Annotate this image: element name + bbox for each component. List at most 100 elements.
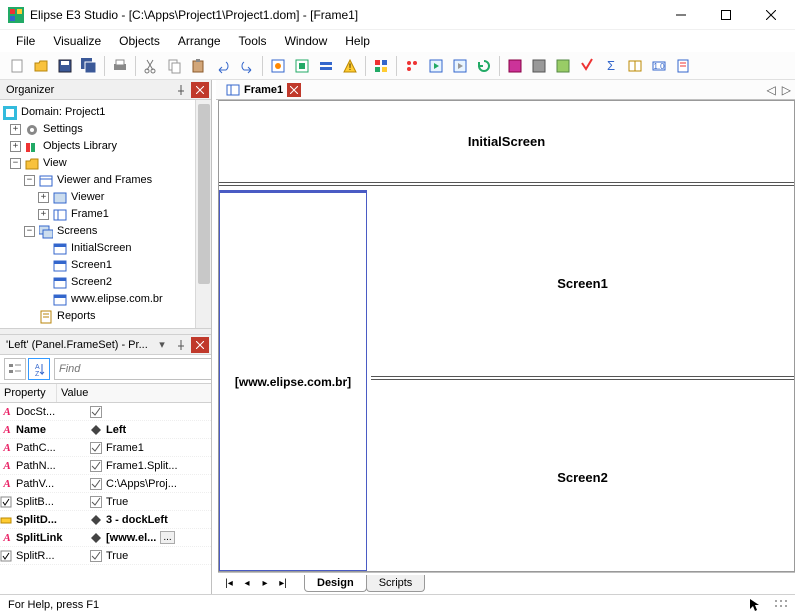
- minimize-button[interactable]: [658, 1, 703, 29]
- tree-settings[interactable]: +Settings: [2, 121, 211, 138]
- tb-warn-icon[interactable]: !: [339, 55, 361, 77]
- tree-screen1[interactable]: Screen1: [2, 257, 211, 274]
- prop-value[interactable]: True: [88, 496, 211, 508]
- prop-value[interactable]: [www.el......: [88, 531, 211, 544]
- organizer-tree[interactable]: Domain: Project1 +Settings +Objects Libr…: [0, 100, 211, 328]
- panel-close-icon[interactable]: [191, 337, 209, 353]
- tree-viewer-frames[interactable]: −Viewer and Frames: [2, 172, 211, 189]
- menu-objects[interactable]: Objects: [111, 32, 168, 50]
- close-button[interactable]: [748, 1, 793, 29]
- expand-icon[interactable]: +: [10, 141, 21, 152]
- tb-num-icon[interactable]: 1.0: [648, 55, 670, 77]
- tb-stop-icon[interactable]: [449, 55, 471, 77]
- sort-az-icon[interactable]: AZ: [28, 358, 50, 380]
- tab-design[interactable]: Design: [304, 575, 367, 592]
- tb-paste-icon[interactable]: [188, 55, 210, 77]
- tb-grid-icon[interactable]: [370, 55, 392, 77]
- tree-initialscreen[interactable]: InitialScreen: [2, 240, 211, 257]
- panel-splitter[interactable]: [0, 328, 211, 335]
- frame-left[interactable]: [www.elipse.com.br]: [219, 190, 367, 571]
- tb-xp1-icon[interactable]: [504, 55, 526, 77]
- prop-value[interactable]: Frame1.Split...: [88, 460, 211, 472]
- prop-value[interactable]: Frame1: [88, 442, 211, 454]
- tab-scripts[interactable]: Scripts: [366, 575, 426, 592]
- menu-help[interactable]: Help: [337, 32, 378, 50]
- tb-undo-icon[interactable]: [212, 55, 234, 77]
- frame-initial[interactable]: InitialScreen: [219, 101, 794, 186]
- props-list[interactable]: ADocSt...ANameLeftAPathC...Frame1APathN.…: [0, 403, 211, 594]
- nav-next-icon[interactable]: ▸: [256, 576, 274, 592]
- ellipsis-button[interactable]: ...: [160, 531, 174, 544]
- tree-objlib[interactable]: +Objects Library: [2, 138, 211, 155]
- tb-run-icon[interactable]: [425, 55, 447, 77]
- tree-view[interactable]: −View: [2, 155, 211, 172]
- titlebar[interactable]: Elipse E3 Studio - [C:\Apps\Project1\Pro…: [0, 0, 795, 30]
- prop-row[interactable]: APathV...C:\Apps\Proj...: [0, 475, 211, 493]
- expand-icon[interactable]: +: [38, 192, 49, 203]
- tree-domain[interactable]: Domain: Project1: [2, 104, 211, 121]
- tb-brk-icon[interactable]: [401, 55, 423, 77]
- prop-value[interactable]: C:\Apps\Proj...: [88, 478, 211, 490]
- expand-icon[interactable]: +: [38, 209, 49, 220]
- tree-reports[interactable]: Reports: [2, 308, 211, 325]
- tb-obj2-icon[interactable]: [291, 55, 313, 77]
- col-property[interactable]: Property: [0, 384, 57, 402]
- collapse-icon[interactable]: −: [10, 158, 21, 169]
- menu-window[interactable]: Window: [277, 32, 336, 50]
- tb-save-icon[interactable]: [54, 55, 76, 77]
- tb-new-icon[interactable]: [6, 55, 28, 77]
- tree-screens[interactable]: −Screens: [2, 223, 211, 240]
- prop-row[interactable]: ANameLeft: [0, 421, 211, 439]
- prop-row[interactable]: APathC...Frame1: [0, 439, 211, 457]
- tb-xp2-icon[interactable]: [528, 55, 550, 77]
- prop-row[interactable]: ASplitLink[www.el......: [0, 529, 211, 547]
- prop-row[interactable]: ADocSt...: [0, 403, 211, 421]
- doc-tab-frame1[interactable]: Frame1: [220, 81, 307, 99]
- expand-icon[interactable]: +: [10, 124, 21, 135]
- tb-xp4-icon[interactable]: [576, 55, 598, 77]
- pin-icon[interactable]: [172, 82, 190, 98]
- tb-print-icon[interactable]: [109, 55, 131, 77]
- panel-close-icon[interactable]: [191, 82, 209, 98]
- nav-prev-icon[interactable]: ◂: [238, 576, 256, 592]
- tb-redo-icon[interactable]: [236, 55, 258, 77]
- search-icon[interactable]: [206, 359, 211, 379]
- tb-sigma-icon[interactable]: Σ: [600, 55, 622, 77]
- tb-xp3-icon[interactable]: [552, 55, 574, 77]
- menu-tools[interactable]: Tools: [231, 32, 275, 50]
- prop-value[interactable]: Left: [88, 424, 211, 436]
- tree-scrollbar[interactable]: [195, 100, 211, 328]
- prop-value[interactable]: True: [88, 550, 211, 562]
- col-value[interactable]: Value: [57, 384, 211, 402]
- tree-frame1[interactable]: +Frame1: [2, 206, 211, 223]
- grid-snap-icon[interactable]: [773, 598, 787, 612]
- tb-refresh-icon[interactable]: [473, 55, 495, 77]
- find-input[interactable]: [55, 359, 206, 379]
- tb-obj1-icon[interactable]: [267, 55, 289, 77]
- tb-obj3-icon[interactable]: [315, 55, 337, 77]
- organizer-panel-title[interactable]: Organizer: [0, 80, 211, 100]
- tb-saveall-icon[interactable]: [78, 55, 100, 77]
- scroll-thumb[interactable]: [198, 104, 210, 284]
- prop-value[interactable]: 3 - dockLeft: [88, 514, 211, 526]
- collapse-icon[interactable]: −: [24, 226, 35, 237]
- collapse-icon[interactable]: −: [24, 175, 35, 186]
- props-panel-title[interactable]: 'Left' (Panel.FrameSet) - Pr... ▾: [0, 335, 211, 355]
- dropdown-icon[interactable]: ▾: [153, 337, 171, 353]
- tb-book-icon[interactable]: [624, 55, 646, 77]
- menu-visualize[interactable]: Visualize: [45, 32, 109, 50]
- tab-next-icon[interactable]: ▷: [782, 83, 791, 97]
- pin-icon[interactable]: [172, 337, 190, 353]
- tree-viewer[interactable]: +Viewer: [2, 189, 211, 206]
- maximize-button[interactable]: [703, 1, 748, 29]
- find-box[interactable]: [54, 358, 211, 380]
- menu-file[interactable]: File: [8, 32, 43, 50]
- prop-row[interactable]: SplitR...True: [0, 547, 211, 565]
- menu-arrange[interactable]: Arrange: [170, 32, 229, 50]
- prop-row[interactable]: SplitD...3 - dockLeft: [0, 511, 211, 529]
- prop-row[interactable]: APathN...Frame1.Split...: [0, 457, 211, 475]
- prop-row[interactable]: SplitB...True: [0, 493, 211, 511]
- tb-copy-icon[interactable]: [164, 55, 186, 77]
- nav-first-icon[interactable]: |◂: [220, 576, 238, 592]
- nav-last-icon[interactable]: ▸|: [274, 576, 292, 592]
